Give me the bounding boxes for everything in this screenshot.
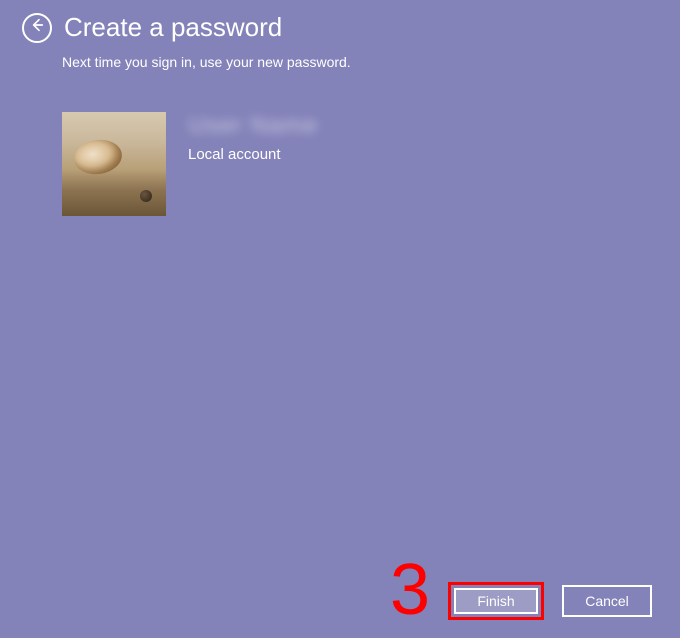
annotation-step-number: 3 — [390, 554, 430, 626]
account-info: User Name Local account — [62, 112, 318, 216]
account-name: User Name — [188, 112, 318, 140]
cancel-button[interactable]: Cancel — [562, 585, 652, 617]
back-arrow-icon — [29, 17, 45, 38]
page-subtitle: Next time you sign in, use your new pass… — [62, 54, 351, 70]
account-type: Local account — [188, 146, 318, 163]
annotation-highlight: Finish — [448, 582, 544, 620]
page-title: Create a password — [64, 12, 282, 43]
user-avatar — [62, 112, 166, 216]
finish-button[interactable]: Finish — [454, 588, 538, 614]
button-bar: Finish Cancel — [448, 582, 652, 620]
back-button[interactable] — [22, 13, 52, 43]
